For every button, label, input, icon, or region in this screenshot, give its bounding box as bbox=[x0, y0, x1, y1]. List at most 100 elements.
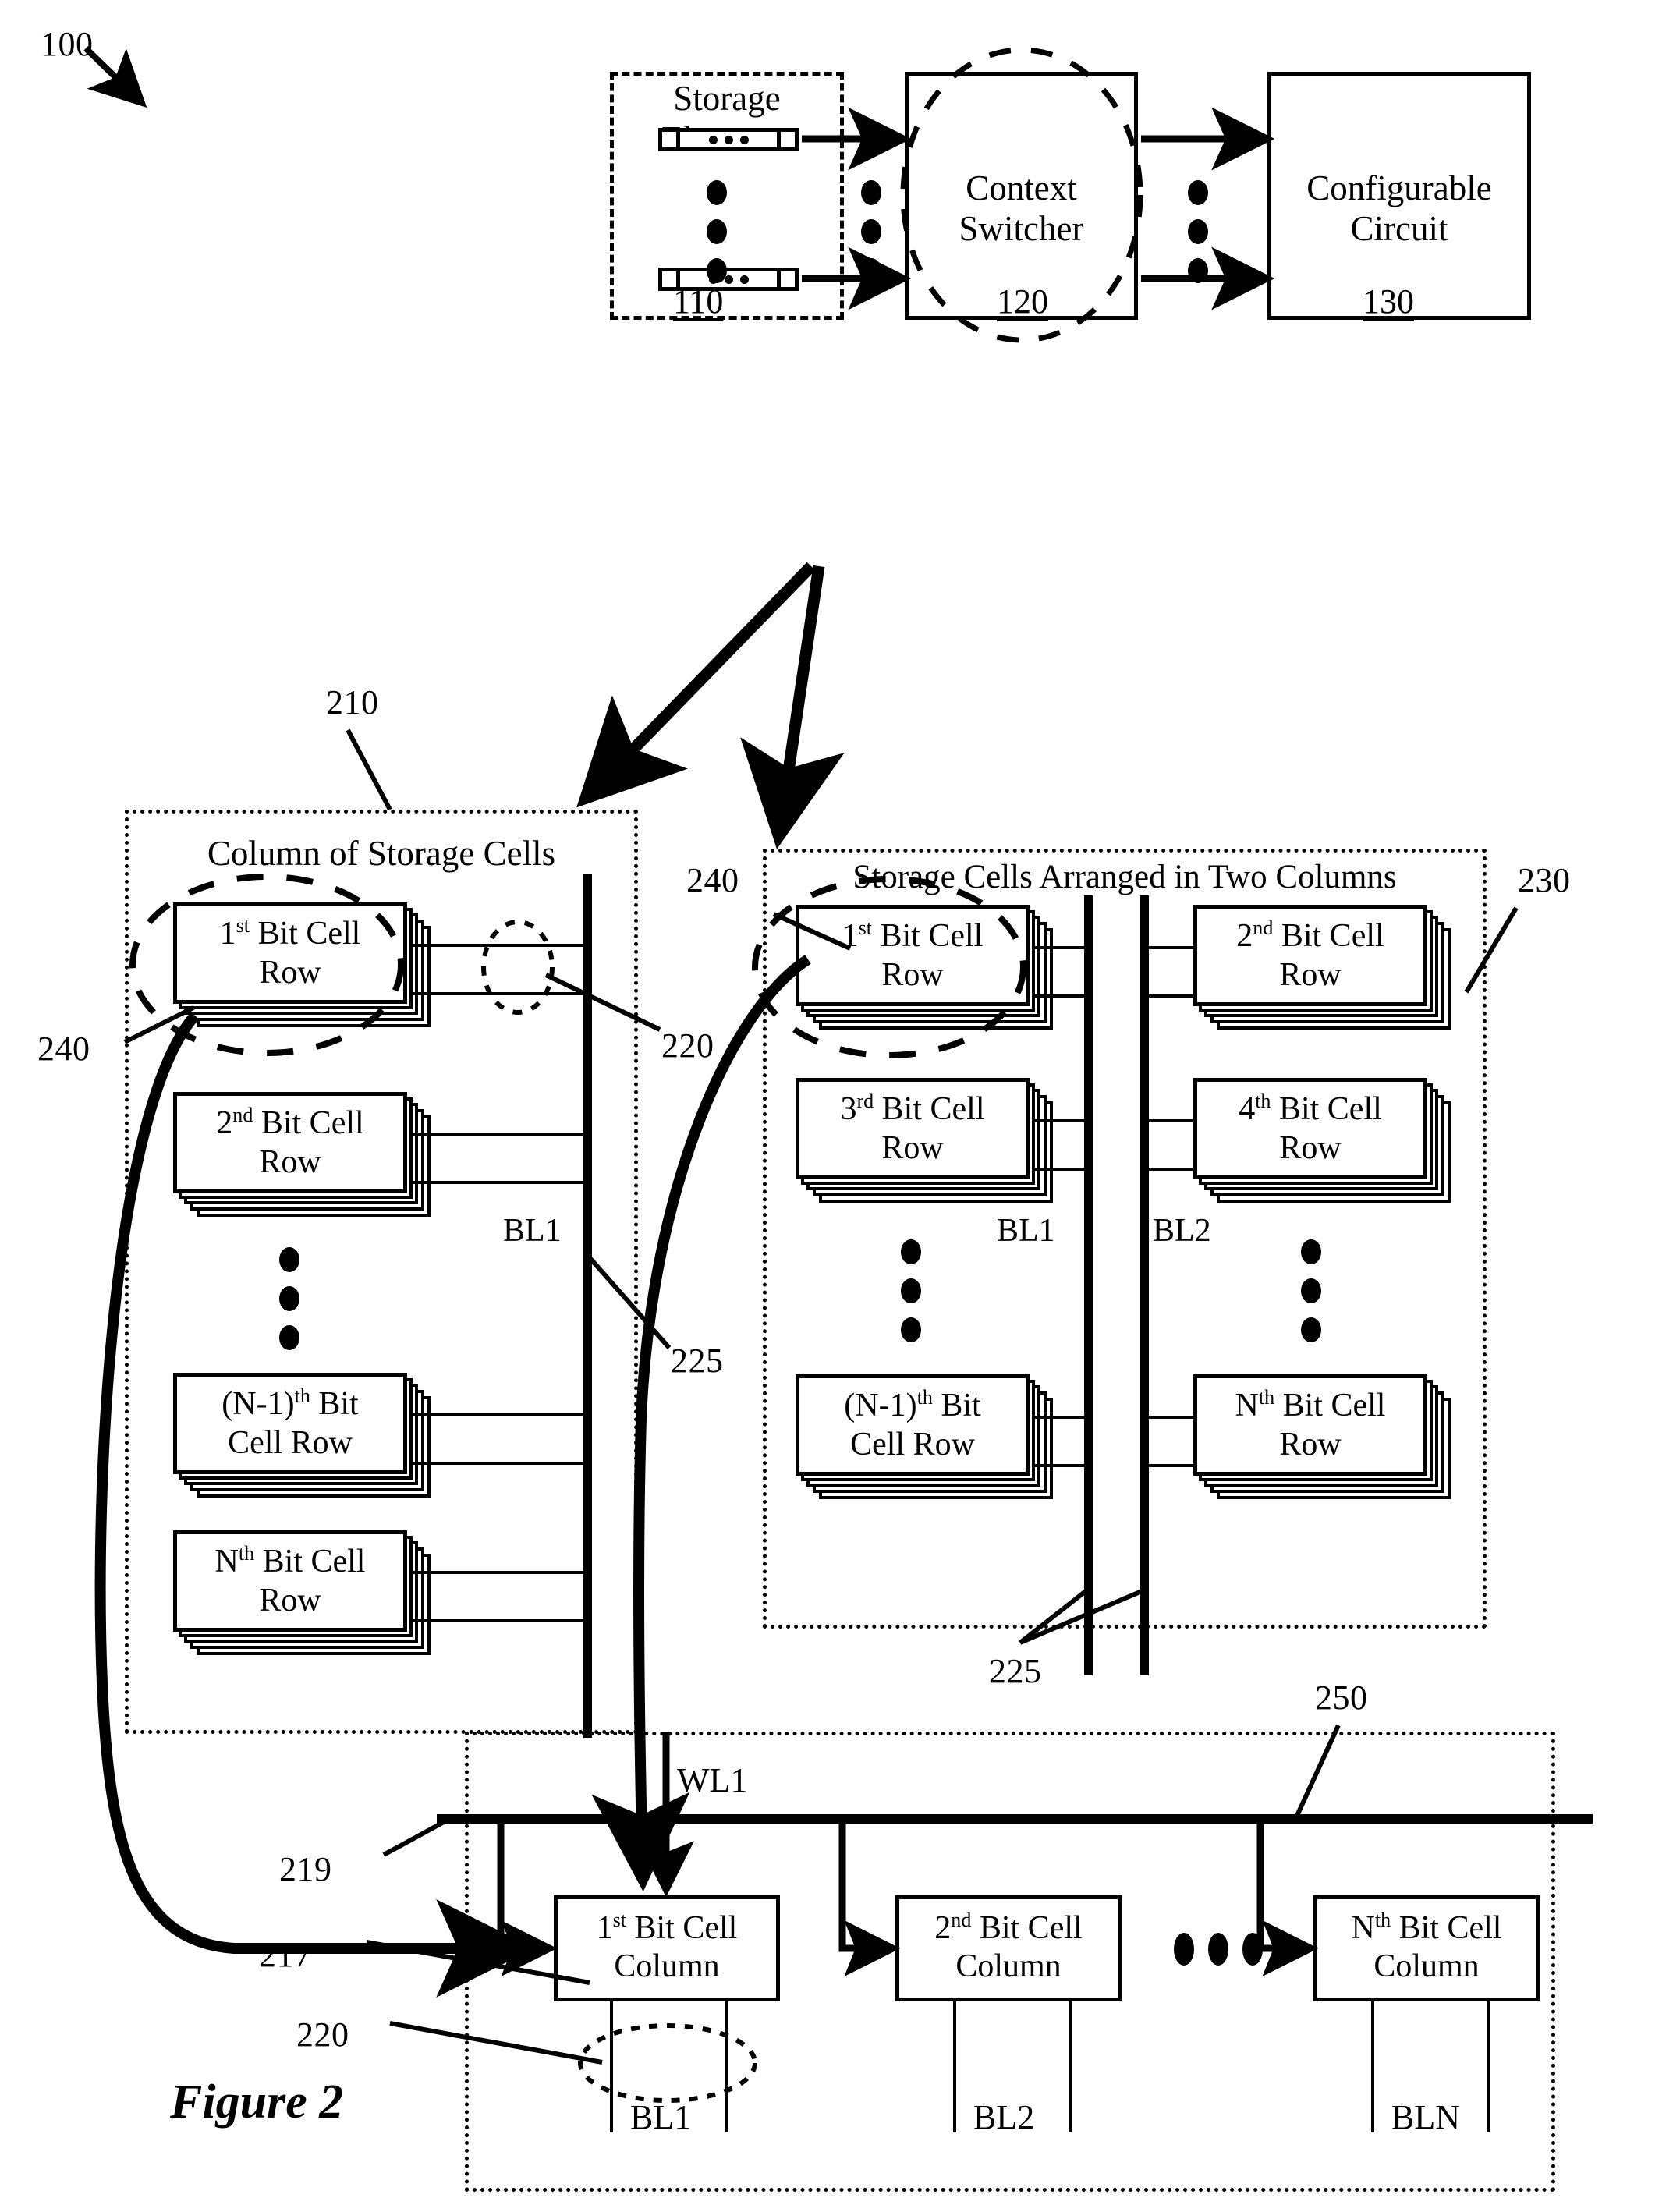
two-column-block-ref: 230 bbox=[1518, 861, 1571, 899]
single-col-row-n-minus-1-label: (N-1)th Bit Cell Row bbox=[173, 1373, 407, 1474]
bitline-bl1-two bbox=[1084, 895, 1093, 1675]
row-index: 4 bbox=[1239, 1090, 1256, 1127]
rown-wire-a bbox=[413, 1571, 587, 1574]
two-col-left-row-n-minus-1: (N-1)th Bit Cell Row bbox=[796, 1374, 1053, 1499]
row-text: Bit Cell bbox=[1274, 1387, 1386, 1423]
two-col-right-ellipsis bbox=[1301, 1232, 1321, 1349]
two-column-callout-240: 240 bbox=[686, 861, 739, 899]
storage-element-cap-right bbox=[777, 132, 781, 147]
single-col-row-n-minus-1: (N-1)th Bit Cell Row bbox=[173, 1373, 431, 1498]
row-ordinal: nd bbox=[1253, 916, 1274, 939]
tc-r4-stub bbox=[1193, 1119, 1196, 1169]
configurable-circuit-ref: 130 bbox=[1363, 282, 1414, 321]
col-text2: Column bbox=[1373, 1948, 1480, 1984]
row-ordinal: th bbox=[1255, 1089, 1271, 1112]
row-text2: Cell Row bbox=[228, 1425, 353, 1461]
row-text: Bit Cell bbox=[250, 915, 361, 952]
row-text: Bit Cell bbox=[254, 1543, 366, 1579]
bl2-stub-left bbox=[953, 2001, 956, 2132]
bottom-callout-220: 220 bbox=[296, 2015, 349, 2054]
row-text2: Row bbox=[259, 1583, 321, 1618]
single-column-block-ref: 210 bbox=[326, 683, 379, 721]
row-ordinal: rd bbox=[856, 1089, 874, 1112]
single-col-row-n-label: Nth Bit Cell Row bbox=[173, 1530, 407, 1632]
row-index: 3 bbox=[840, 1090, 857, 1127]
wordline-wl1 bbox=[437, 1814, 1593, 1824]
row-index: 2 bbox=[216, 1104, 233, 1141]
bl1-bottom-label: BL1 bbox=[630, 2098, 692, 2136]
tc-l3-wire-a bbox=[1034, 1119, 1089, 1122]
bit-cell-column-1-label: 1st Bit Cell Column bbox=[554, 1909, 780, 1985]
system-ref-100: 100 bbox=[41, 25, 94, 63]
bl1-stub-right bbox=[725, 2001, 728, 2132]
tc-rn-wire-b bbox=[1140, 1464, 1196, 1467]
two-col-right-row-n: Nth Bit Cell Row bbox=[1193, 1374, 1451, 1499]
rown-wire-b bbox=[413, 1619, 587, 1622]
two-col-right-row-n-label: Nth Bit Cell Row bbox=[1193, 1374, 1427, 1476]
bit-cell-column-2-label: 2nd Bit Cell Column bbox=[895, 1909, 1122, 1985]
context-switcher-ref: 120 bbox=[997, 282, 1048, 321]
wordline-wl1-label: WL1 bbox=[677, 1761, 748, 1799]
single-col-row-2: 2nd Bit Cell Row bbox=[173, 1092, 431, 1217]
single-col-row-1-label: 1st Bit Cell Row bbox=[173, 902, 407, 1004]
single-col-callout-220: 220 bbox=[661, 1026, 714, 1065]
tc-l1-wire-a bbox=[1034, 946, 1089, 949]
bln-stub-right bbox=[1487, 2001, 1490, 2132]
col-ordinal: nd bbox=[951, 1909, 972, 1931]
tc-r2-wire-b bbox=[1140, 994, 1196, 998]
row-text: Bit Cell bbox=[1271, 1090, 1382, 1127]
row-ordinal: th bbox=[294, 1384, 310, 1407]
bit-cell-column-n-label: Nth Bit Cell Column bbox=[1313, 1909, 1540, 1985]
bitline-bl1-single bbox=[583, 874, 592, 1738]
row-ordinal: st bbox=[858, 916, 872, 939]
expansion-arrow-to-single-column bbox=[576, 562, 816, 808]
rown1-wire-a bbox=[413, 1413, 587, 1416]
tc-rn-wire-a bbox=[1140, 1416, 1196, 1419]
row1-wire-b bbox=[413, 992, 587, 995]
two-col-right-row-2-label: 2nd Bit Cell Row bbox=[1193, 905, 1427, 1006]
tc-l1-wire-b bbox=[1034, 994, 1089, 998]
row-index: 1 bbox=[842, 917, 859, 954]
row-index: 2 bbox=[1236, 917, 1253, 954]
row-index: (N-1) bbox=[222, 1385, 295, 1422]
tc-ln1-wire-a bbox=[1034, 1416, 1089, 1419]
row-text: Bit bbox=[932, 1387, 981, 1423]
single-col-callout-240: 240 bbox=[37, 1030, 90, 1068]
two-col-right-row-4-label: 4th Bit Cell Row bbox=[1193, 1078, 1427, 1179]
storage-element-glyph-bottom bbox=[658, 268, 799, 291]
two-col-left-row-1-label: 1st Bit Cell Row bbox=[796, 905, 1030, 1006]
two-col-left-row-3: 3rd Bit Cell Row bbox=[796, 1078, 1053, 1203]
storage-element-cap-left bbox=[676, 132, 680, 147]
row-text2: Row bbox=[1279, 957, 1342, 993]
two-col-left-row-n-minus-1-label: (N-1)th Bit Cell Row bbox=[796, 1374, 1030, 1476]
single-column-title: Column of Storage Cells bbox=[207, 834, 556, 873]
bitline-bl2-two-label: BL2 bbox=[1153, 1213, 1211, 1249]
single-col-row-1: 1st Bit Cell Row bbox=[173, 902, 431, 1027]
row-text: Bit bbox=[310, 1385, 359, 1422]
row-text: Bit Cell bbox=[872, 917, 984, 954]
row-text2: Row bbox=[259, 955, 321, 991]
bitline-bl1-two-label: BL1 bbox=[997, 1213, 1055, 1249]
tc-r4-wire-b bbox=[1140, 1168, 1196, 1171]
tc-ln1-wire-b bbox=[1034, 1464, 1089, 1467]
row-index: N bbox=[1235, 1387, 1259, 1423]
configurable-circuit-label-line1: Configurable bbox=[1306, 168, 1492, 207]
row-index: (N-1) bbox=[844, 1387, 917, 1423]
figure-caption: Figure 2 bbox=[170, 2076, 344, 2129]
storage-elements-ellipsis bbox=[707, 173, 727, 290]
configurable-circuit-label: Configurable Circuit bbox=[1267, 168, 1531, 249]
row-text: Bit Cell bbox=[1273, 917, 1384, 954]
bitline-bl1-single-label: BL1 bbox=[503, 1213, 562, 1249]
col-ordinal: th bbox=[1374, 1909, 1391, 1931]
row-ordinal: th bbox=[238, 1541, 255, 1565]
col-text2: Column bbox=[955, 1948, 1062, 1984]
col-ordinal: st bbox=[612, 1909, 626, 1931]
row-ordinal: st bbox=[236, 913, 250, 937]
col-index: 1 bbox=[596, 1910, 613, 1946]
storage-elements-label-line1: Storage bbox=[673, 79, 781, 118]
tc-r4-wire-a bbox=[1140, 1119, 1196, 1122]
row-text: Bit Cell bbox=[874, 1090, 985, 1127]
row-ordinal: nd bbox=[232, 1103, 253, 1126]
two-col-right-row-4: 4th Bit Cell Row bbox=[1193, 1078, 1451, 1203]
row-text2: Row bbox=[259, 1144, 321, 1180]
